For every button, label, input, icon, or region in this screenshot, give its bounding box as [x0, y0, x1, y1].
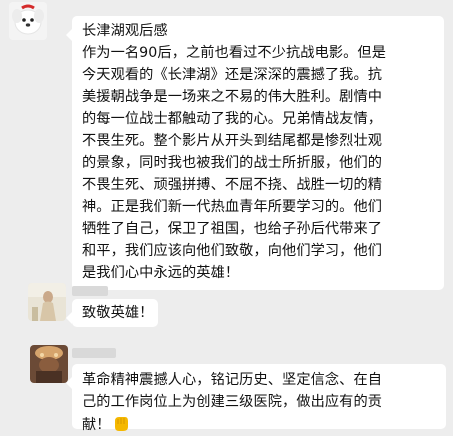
avatar-contact-1[interactable]: [9, 2, 47, 40]
message-line-with-emoji: 献！: [82, 413, 446, 436]
strong-fist-emoji: [114, 417, 128, 431]
dog-avatar-icon: [9, 2, 47, 40]
photo-avatar-icon: [30, 345, 68, 383]
message-line: 献！: [82, 417, 111, 433]
message-line: 长津湖观后感: [82, 23, 168, 39]
message-line: 今天观看的《长津湖》还是深深的震撼了我。抗: [82, 67, 383, 83]
message-line: 革命精神震撼人心，铭记历史、坚定信念、在自: [82, 372, 383, 388]
message-line: 的每一位战士都触动了我的心。兄弟情战友情，: [82, 111, 383, 127]
message-line: 不畏生死、顽强拼搏、不屈不挠、战胜一切的精: [82, 177, 383, 193]
name-placeholder: [72, 348, 116, 358]
message-line: 神。正是我们新一代热血青年所要学习的。他们: [82, 199, 383, 215]
message-bubble[interactable]: 致敬英雄！: [66, 299, 158, 327]
avatar-contact-3[interactable]: [30, 345, 68, 383]
message-bubble[interactable]: 长津湖观后感 作为一名90后，之前也看过不少抗战电影。但是 今天观看的《长津湖》…: [66, 16, 444, 290]
message-line: 不畏生死。整个影片从开头到结尾都是惨烈壮观: [82, 133, 383, 149]
message-line: 美援朝战争是一场来之不易的伟大胜利。剧情中: [82, 89, 383, 105]
avatar-contact-2[interactable]: [28, 283, 66, 321]
message-line: 的景象，同时我也被我们的战士所折服，他们的: [82, 155, 383, 171]
message-line: 致敬英雄！: [82, 305, 154, 321]
message-line: 牺牲了自己，保卫了祖国，也给子孙后代带来了: [82, 221, 383, 237]
message-bubble[interactable]: 革命精神震撼人心，铭记历史、坚定信念、在自 己的工作岗位上为创建三级医院，做出应…: [66, 364, 446, 433]
name-placeholder: [72, 286, 108, 296]
message-line: 己的工作岗位上为创建三级医院，做出应有的贡: [82, 394, 383, 410]
message-line: 是我们心中永远的英雄！: [82, 265, 240, 281]
photo-avatar-icon: [28, 283, 66, 321]
message-line: 作为一名90后，之前也看过不少抗战电影。但是: [82, 45, 387, 61]
message-line: 和平，我们应该向他们致敬，向他们学习，他们: [82, 243, 383, 259]
